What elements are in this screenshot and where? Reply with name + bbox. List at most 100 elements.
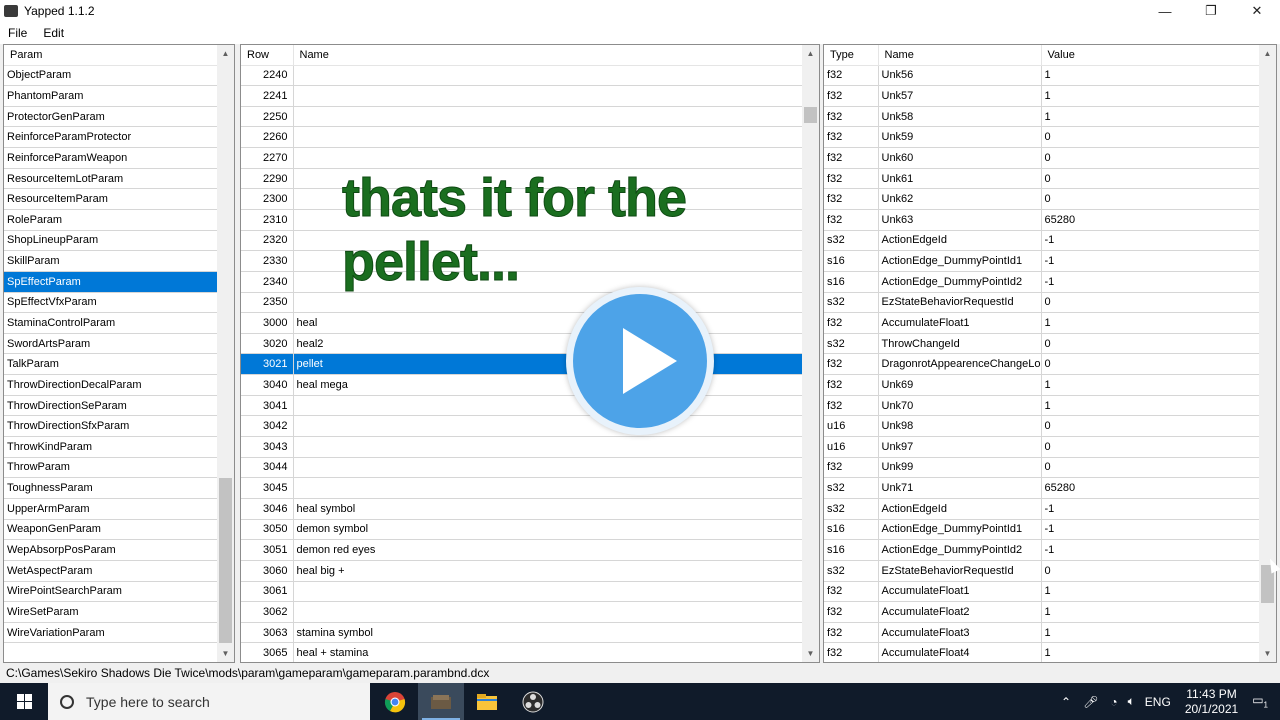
field-value-cell[interactable]: 1 <box>1041 395 1262 417</box>
field-value-cell[interactable]: 0 <box>1041 560 1262 582</box>
row-name-cell[interactable]: stamina symbol <box>293 622 805 644</box>
row-list-item[interactable]: 3041 <box>241 395 805 417</box>
param-list-item[interactable]: ThrowKindParam <box>4 436 220 458</box>
field-value-cell[interactable]: 0 <box>1041 168 1262 190</box>
notification-icon[interactable]: ▭1 <box>1252 693 1268 709</box>
scroll-thumb[interactable] <box>804 107 817 123</box>
field-value-cell[interactable]: 0 <box>1041 415 1262 438</box>
field-value-cell[interactable]: 1 <box>1041 312 1262 334</box>
row-list-item[interactable]: 3046 heal symbol <box>241 498 805 520</box>
field-value-cell[interactable]: 1 <box>1041 581 1262 603</box>
close-button[interactable]: ✕ <box>1234 0 1280 22</box>
param-list-item[interactable]: TalkParam <box>4 353 220 376</box>
param-list-item[interactable]: ThrowDirectionDecalParam <box>4 374 220 396</box>
yapped-taskbar-icon[interactable] <box>418 683 464 720</box>
param-list-item[interactable]: WirePointSearchParam <box>4 581 220 603</box>
row-name-cell[interactable] <box>293 581 805 603</box>
type-column-header[interactable]: Type <box>824 45 879 66</box>
row-list-item[interactable]: 3043 <box>241 436 805 458</box>
row-list-item[interactable]: 2241 <box>241 85 805 107</box>
row-list-item[interactable]: 3063 stamina symbol <box>241 622 805 644</box>
row-list-item[interactable]: 3021 pellet <box>241 353 805 376</box>
rows-grid[interactable]: Row Name 2240 2241 2250 2260 2270 2290 2300 231… <box>240 44 820 663</box>
field-value-cell[interactable]: 1 <box>1041 601 1262 623</box>
param-list-item[interactable]: ProtectorGenParam <box>4 106 220 128</box>
row-name-cell[interactable]: heal <box>293 312 805 334</box>
chevron-up-icon[interactable]: ⌃ <box>1061 695 1071 709</box>
row-list-item[interactable]: 2350 <box>241 292 805 314</box>
row-name-cell[interactable] <box>293 106 805 128</box>
field-value-cell[interactable]: 0 <box>1041 188 1262 210</box>
params-scrollbar[interactable]: ▲ ▼ <box>217 45 234 662</box>
taskbar-search[interactable]: Type here to search <box>48 683 370 720</box>
row-name-cell[interactable] <box>293 85 805 107</box>
row-list-item[interactable]: 3060 heal big + <box>241 560 805 582</box>
row-name-cell[interactable]: pellet <box>293 353 805 376</box>
row-list-item[interactable]: 3062 <box>241 601 805 623</box>
row-list-item[interactable]: 3000 heal <box>241 312 805 334</box>
language-indicator[interactable]: ENG <box>1145 695 1171 709</box>
scroll-up-icon[interactable]: ▲ <box>1259 45 1276 62</box>
field-value-cell[interactable]: 0 <box>1041 333 1262 355</box>
field-value-cell[interactable]: 1 <box>1041 374 1262 396</box>
restore-button[interactable]: ❐ <box>1188 0 1234 22</box>
field-value-cell[interactable]: -1 <box>1041 230 1262 252</box>
row-name-cell[interactable] <box>293 436 805 458</box>
row-name-cell[interactable]: demon symbol <box>293 519 805 541</box>
scroll-down-icon[interactable]: ▼ <box>802 645 819 662</box>
scroll-down-icon[interactable]: ▼ <box>217 645 234 662</box>
row-name-cell[interactable] <box>293 292 805 314</box>
param-list-item[interactable]: ThrowDirectionSeParam <box>4 395 220 417</box>
row-name-cell[interactable]: heal symbol <box>293 498 805 520</box>
rows-scrollbar[interactable]: ▲ ▼ <box>802 45 819 662</box>
microphone-icon[interactable]: 🎤︎ <box>1083 695 1098 709</box>
obs-icon[interactable] <box>510 683 556 720</box>
row-name-cell[interactable] <box>293 395 805 417</box>
scroll-up-icon[interactable]: ▲ <box>217 45 234 62</box>
scroll-down-icon[interactable]: ▼ <box>1259 645 1276 662</box>
row-list-item[interactable]: 2240 <box>241 65 805 87</box>
file-explorer-icon[interactable] <box>464 683 510 720</box>
param-list-item[interactable]: ThrowDirectionSfxParam <box>4 415 220 438</box>
row-name-cell[interactable] <box>293 415 805 438</box>
row-column-header[interactable]: Row <box>241 45 294 66</box>
field-value-cell[interactable]: 65280 <box>1041 209 1262 231</box>
volume-icon[interactable]: 🔈︎ <box>1128 694 1135 709</box>
row-name-cell[interactable]: heal + stamina <box>293 642 805 662</box>
param-list-item[interactable]: WireSetParam <box>4 601 220 623</box>
row-name-cell[interactable] <box>293 126 805 149</box>
field-value-cell[interactable]: 0 <box>1041 436 1262 458</box>
param-list-item[interactable]: ReinforceParamWeapon <box>4 147 220 169</box>
field-value-cell[interactable]: 0 <box>1041 457 1262 479</box>
field-value-cell[interactable]: 1 <box>1041 622 1262 644</box>
field-value-cell[interactable]: 1 <box>1041 106 1262 128</box>
field-value-cell[interactable]: -1 <box>1041 519 1262 541</box>
row-list-item[interactable]: 3020 heal2 <box>241 333 805 355</box>
row-list-item[interactable]: 3040 heal mega <box>241 374 805 396</box>
field-value-cell[interactable]: -1 <box>1041 498 1262 520</box>
scroll-up-icon[interactable]: ▲ <box>802 45 819 62</box>
param-list-item[interactable]: ObjectParam <box>4 65 220 87</box>
field-value-cell[interactable]: 0 <box>1041 126 1262 149</box>
name-column-header[interactable]: Name <box>293 45 805 66</box>
clock[interactable]: 11:43 PM 20/1/2021 <box>1185 687 1238 717</box>
row-list-item[interactable]: 3042 <box>241 415 805 438</box>
param-list-item[interactable]: WepAbsorpPosParam <box>4 539 220 561</box>
param-list-item[interactable]: ToughnessParam <box>4 477 220 499</box>
param-list-item[interactable]: WireVariationParam <box>4 622 220 644</box>
row-name-cell[interactable]: heal big + <box>293 560 805 582</box>
field-value-cell[interactable]: -1 <box>1041 271 1262 293</box>
row-list-item[interactable]: 3050 demon symbol <box>241 519 805 541</box>
row-list-item[interactable]: 3061 <box>241 581 805 603</box>
menu-file[interactable]: File <box>0 26 35 40</box>
param-list-item[interactable]: ResourceItemLotParam <box>4 168 220 190</box>
param-list-item[interactable]: ShopLineupParam <box>4 230 220 252</box>
field-value-cell[interactable]: 1 <box>1041 642 1262 662</box>
field-value-cell[interactable]: 0 <box>1041 353 1262 376</box>
row-name-cell[interactable]: heal mega <box>293 374 805 396</box>
param-list-item[interactable]: SkillParam <box>4 250 220 272</box>
row-name-cell[interactable] <box>293 65 805 87</box>
param-list-item[interactable]: ResourceItemParam <box>4 188 220 210</box>
row-name-cell[interactable] <box>293 601 805 623</box>
menu-edit[interactable]: Edit <box>35 26 72 40</box>
